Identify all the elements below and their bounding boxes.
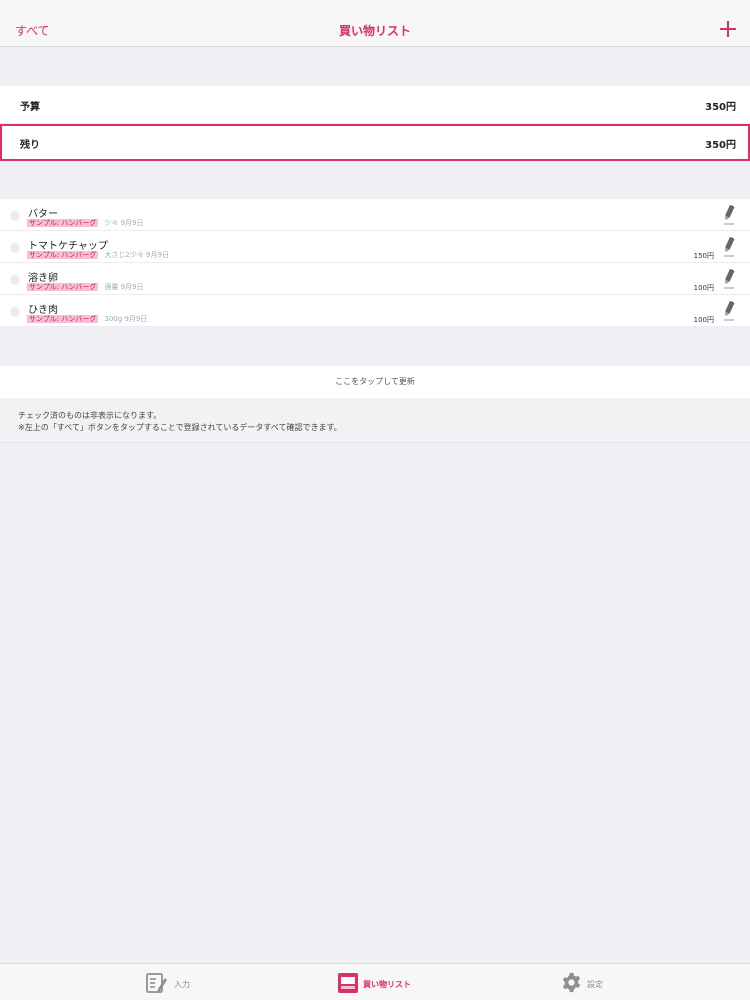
page-title: 買い物リスト — [338, 24, 411, 38]
budget-row[interactable]: 予算 350円 — [0, 86, 750, 123]
recipe-tag: サンプル: ハンバーグ — [27, 283, 99, 291]
item-price: 100円 — [693, 316, 714, 324]
budget-value: 350円 — [705, 102, 736, 113]
tab-input[interactable]: 入力 — [145, 964, 205, 1000]
checkbox[interactable] — [10, 275, 20, 285]
shopping-list-icon — [338, 973, 358, 993]
recipe-tag: サンプル: ハンバーグ — [27, 315, 99, 323]
checkbox[interactable] — [10, 211, 20, 221]
tab-input-label: 入力 — [174, 980, 190, 989]
item-amount-date: 適量 9月9日 — [104, 283, 144, 291]
recipe-tag: サンプル: ハンバーグ — [27, 219, 99, 227]
checkbox[interactable] — [10, 307, 20, 317]
edit-pencil-icon[interactable] — [722, 269, 736, 289]
remaining-label: 残り — [20, 140, 40, 151]
item-detail: サンプル: ハンバーグ 300g 9月9日 — [27, 314, 147, 324]
item-detail: サンプル: ハンバーグ 適量 9月9日 — [27, 282, 144, 292]
list-item[interactable]: 溶き卵 サンプル: ハンバーグ 適量 9月9日 100円 — [0, 263, 750, 295]
refresh-button[interactable]: ここをタップして更新 — [0, 366, 750, 398]
edit-pencil-icon[interactable] — [722, 205, 736, 225]
plus-icon[interactable] — [720, 21, 736, 37]
note-line-1: チェック済のものは非表示になります。 — [18, 411, 162, 420]
item-detail: サンプル: ハンバーグ 大さじ2少々 9月9日 — [27, 250, 169, 260]
remaining-value: 350円 — [705, 140, 736, 151]
tab-shopping-list-label: 買い物リスト — [363, 980, 411, 989]
tab-settings-label: 設定 — [587, 980, 603, 989]
note-line-2: ※左上の「すべて」ボタンをタップすることで登録されているデータすべて確認できます… — [18, 423, 342, 432]
checkbox[interactable] — [10, 243, 20, 253]
item-price: 150円 — [693, 252, 714, 260]
list-item[interactable]: ひき肉 サンプル: ハンバーグ 300g 9月9日 100円 — [0, 295, 750, 327]
list-item[interactable]: トマトケチャップ サンプル: ハンバーグ 大さじ2少々 9月9日 150円 — [0, 231, 750, 263]
item-amount-date: 少々 9月9日 — [104, 219, 144, 227]
navigation-bar: すべて 買い物リスト — [0, 0, 750, 47]
edit-pencil-icon[interactable] — [722, 301, 736, 321]
edit-icon — [146, 973, 167, 993]
list-item[interactable]: バター サンプル: ハンバーグ 少々 9月9日 — [0, 199, 750, 231]
item-detail: サンプル: ハンバーグ 少々 9月9日 — [27, 218, 144, 228]
gear-icon — [562, 972, 581, 993]
recipe-tag: サンプル: ハンバーグ — [27, 251, 99, 259]
edit-pencil-icon[interactable] — [722, 237, 736, 257]
tab-settings[interactable]: 設定 — [561, 964, 621, 1000]
tab-shopping-list[interactable]: 買い物リスト — [338, 964, 428, 1000]
item-amount-date: 大さじ2少々 9月9日 — [104, 251, 169, 259]
item-amount-date: 300g 9月9日 — [104, 315, 148, 323]
tab-bar: 入力 買い物リスト 設定 — [0, 963, 750, 1000]
item-price: 100円 — [693, 284, 714, 292]
info-note: チェック済のものは非表示になります。 ※左上の「すべて」ボタンをタップすることで… — [0, 398, 750, 443]
budget-label: 予算 — [20, 102, 40, 113]
remaining-row[interactable]: 残り 350円 — [0, 124, 750, 161]
